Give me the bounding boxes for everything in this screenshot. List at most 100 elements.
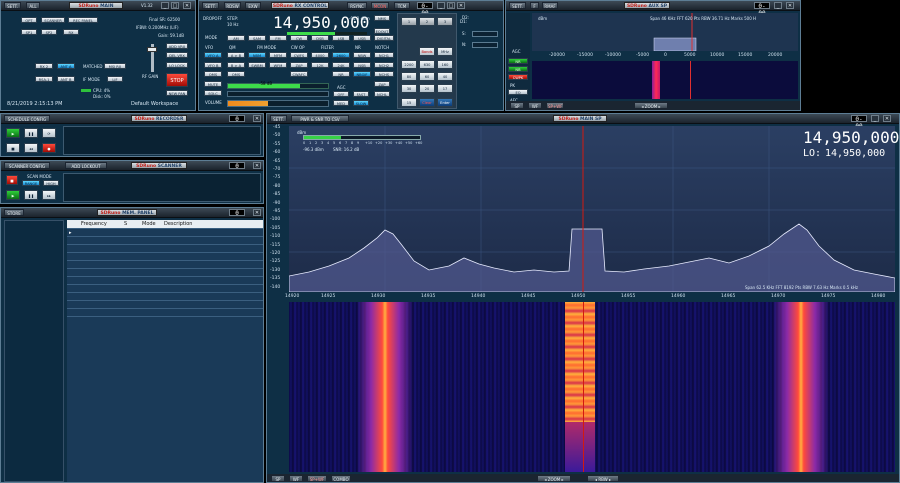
main-sett-button[interactable]: SETT.: [4, 2, 21, 9]
aux-eq-button[interactable]: EQ: [508, 89, 528, 95]
schedule-config-button[interactable]: SCHEDULE CONFIG: [4, 115, 50, 122]
scan-pause-button[interactable]: ❚❚: [24, 190, 38, 200]
recorder-close-button[interactable]: ✕: [253, 115, 261, 122]
aux-sett-button[interactable]: SETT.: [509, 2, 526, 9]
band-630-key[interactable]: 630: [419, 60, 435, 69]
tcm-button[interactable]: TCM: [394, 2, 410, 9]
pwr-snr-csv-button[interactable]: PWR & SNR TO CSV: [291, 115, 349, 122]
msi-rx-button[interactable]: MSI RX: [104, 63, 126, 69]
record-rewind-button[interactable]: ◂◂: [24, 143, 38, 153]
mode-usb-button[interactable]: USB: [353, 35, 371, 41]
scanner-config-button[interactable]: SCANNER CONFIG: [4, 162, 50, 169]
ant-a-button[interactable]: ANT A: [57, 63, 75, 69]
filter-12k-button[interactable]: 12K: [311, 62, 329, 68]
aux-spectrum-plot[interactable]: dBm Span 46 KHz FFT 620 Pts RBW 36.71 Hz…: [532, 13, 798, 51]
qms-button[interactable]: QMS: [204, 71, 222, 77]
lo-lock-button[interactable]: LO LOCK: [166, 62, 188, 68]
main-minimize-button[interactable]: _: [161, 2, 169, 9]
main-all-button[interactable]: ALL: [26, 2, 40, 9]
memory-table[interactable]: Frequency S Mode Description ▸: [67, 220, 263, 482]
record-stop-button[interactable]: ■: [6, 143, 20, 153]
sql-slider[interactable]: [227, 91, 329, 97]
band-20-key[interactable]: 20: [419, 84, 435, 93]
nbm-button[interactable]: NBM: [248, 52, 266, 58]
aux-nr-button[interactable]: NR: [508, 58, 528, 64]
rx-maximize-button[interactable]: □: [447, 2, 455, 9]
cwfs-button[interactable]: CWFS: [290, 52, 308, 58]
filter-2600-button[interactable]: 2600: [332, 52, 350, 58]
a-to-b-button[interactable]: A > B: [227, 52, 245, 58]
mode-sam-button[interactable]: SAM: [248, 35, 266, 41]
scanner-close-button[interactable]: ✕: [253, 162, 261, 169]
aux-zoom-control[interactable]: ◂ ZOOM ▸: [634, 102, 668, 109]
main-sp-combo-button[interactable]: COMBO: [331, 475, 351, 482]
nchl-button[interactable]: NCHL: [374, 91, 390, 97]
main-waterfall[interactable]: [289, 302, 895, 472]
key-2[interactable]: 2: [419, 17, 435, 26]
main-sp-sp-button[interactable]: SP: [271, 475, 285, 482]
mcon-button[interactable]: MCON: [371, 2, 389, 9]
sqlc-button[interactable]: SQLC: [204, 90, 222, 96]
agc-fast-button[interactable]: FAST: [353, 91, 369, 97]
main-sp-spwf-button[interactable]: SP+WF: [307, 475, 327, 482]
nbgif-button[interactable]: NBGIF: [353, 71, 371, 77]
new-pan-button[interactable]: NEW PAN: [166, 90, 188, 96]
volume-slider[interactable]: [227, 100, 329, 107]
side-s-input[interactable]: [472, 31, 498, 37]
rx-sett-button[interactable]: SETT.: [202, 2, 219, 9]
band-80-key[interactable]: 80: [401, 72, 417, 81]
ant-b-button[interactable]: ANT B: [57, 76, 75, 82]
record-button[interactable]: ●: [42, 143, 56, 153]
record-pause-button[interactable]: ❚❚: [24, 128, 38, 138]
scan-stop-button[interactable]: ■: [6, 175, 18, 185]
aux-wf-button[interactable]: WF: [528, 102, 542, 109]
record-loop-button[interactable]: ⟳: [42, 128, 56, 138]
band-160-key[interactable]: 160: [437, 60, 453, 69]
main-sp-wf-button[interactable]: WF: [289, 475, 303, 482]
sp2-button[interactable]: SP2: [41, 29, 57, 35]
nch1-button[interactable]: NCH1: [374, 52, 394, 58]
scan-range-button[interactable]: RANGE: [22, 180, 40, 186]
enter-key[interactable]: Enter: [437, 98, 453, 107]
band-60-key[interactable]: 60: [419, 72, 435, 81]
rx-minimize-button[interactable]: _: [437, 2, 445, 9]
aux-cwpk-button[interactable]: CWPK: [508, 74, 528, 80]
mode-digital-button[interactable]: DIGITAL: [374, 35, 394, 41]
nsb-button[interactable]: NSB: [353, 62, 371, 68]
bands-key[interactable]: Bands: [419, 47, 435, 56]
main-sp-sett-button[interactable]: SETT.: [270, 115, 287, 122]
scanner-button[interactable]: SCANNER: [41, 17, 65, 23]
add-lockout-button[interactable]: ADD LOCKOUT: [65, 162, 107, 169]
filter-24k-button[interactable]: 24K: [332, 62, 350, 68]
mfm-button[interactable]: MFM: [269, 52, 287, 58]
main-sp-close-button[interactable]: ✕: [883, 115, 891, 122]
rmaf-button[interactable]: RMAF: [542, 2, 558, 9]
lif-button[interactable]: LIF: [107, 76, 123, 82]
band-30-key[interactable]: 30: [401, 84, 417, 93]
rx2-button[interactable]: RX 2: [35, 63, 53, 69]
stop-button[interactable]: STOP: [166, 73, 188, 87]
scan-play-button[interactable]: ▶: [6, 190, 20, 200]
sp1-button[interactable]: SP1: [21, 29, 37, 35]
qms2-button[interactable]: QMS: [227, 71, 245, 77]
band-40-key[interactable]: 40: [437, 72, 453, 81]
main-spectrum-plot[interactable]: dBm 0 1 2 3 4 5 6 7 8 9 +10 +20 +30 +40 …: [289, 126, 899, 292]
nch2-button[interactable]: NCH2: [374, 62, 394, 68]
scan-skip-button[interactable]: ▸▸: [42, 190, 56, 200]
band-2200-key[interactable]: 2200: [401, 60, 417, 69]
rec-panel-button[interactable]: REC PANEL: [68, 17, 98, 23]
agc-slow-button[interactable]: SLOW: [353, 100, 369, 106]
nchs-button[interactable]: NCHS: [374, 71, 394, 77]
aux-f-button[interactable]: F: [530, 2, 539, 9]
aux-spwf-button[interactable]: SP+WF: [546, 102, 564, 109]
cwafc-button[interactable]: CWAFC: [290, 71, 308, 77]
mode-am-button[interactable]: AM: [227, 35, 245, 41]
aux-minimize-button[interactable]: _: [774, 2, 782, 9]
mode-fm-button[interactable]: FM: [269, 35, 287, 41]
agc-off-button[interactable]: OFF: [333, 91, 349, 97]
aux-waterfall[interactable]: [532, 61, 798, 99]
agc-med-button[interactable]: MED: [333, 100, 349, 106]
record-play-button[interactable]: ▶: [6, 128, 20, 138]
rsync-button[interactable]: RSYNC: [347, 2, 367, 9]
mode-cw-button[interactable]: CW: [290, 35, 308, 41]
